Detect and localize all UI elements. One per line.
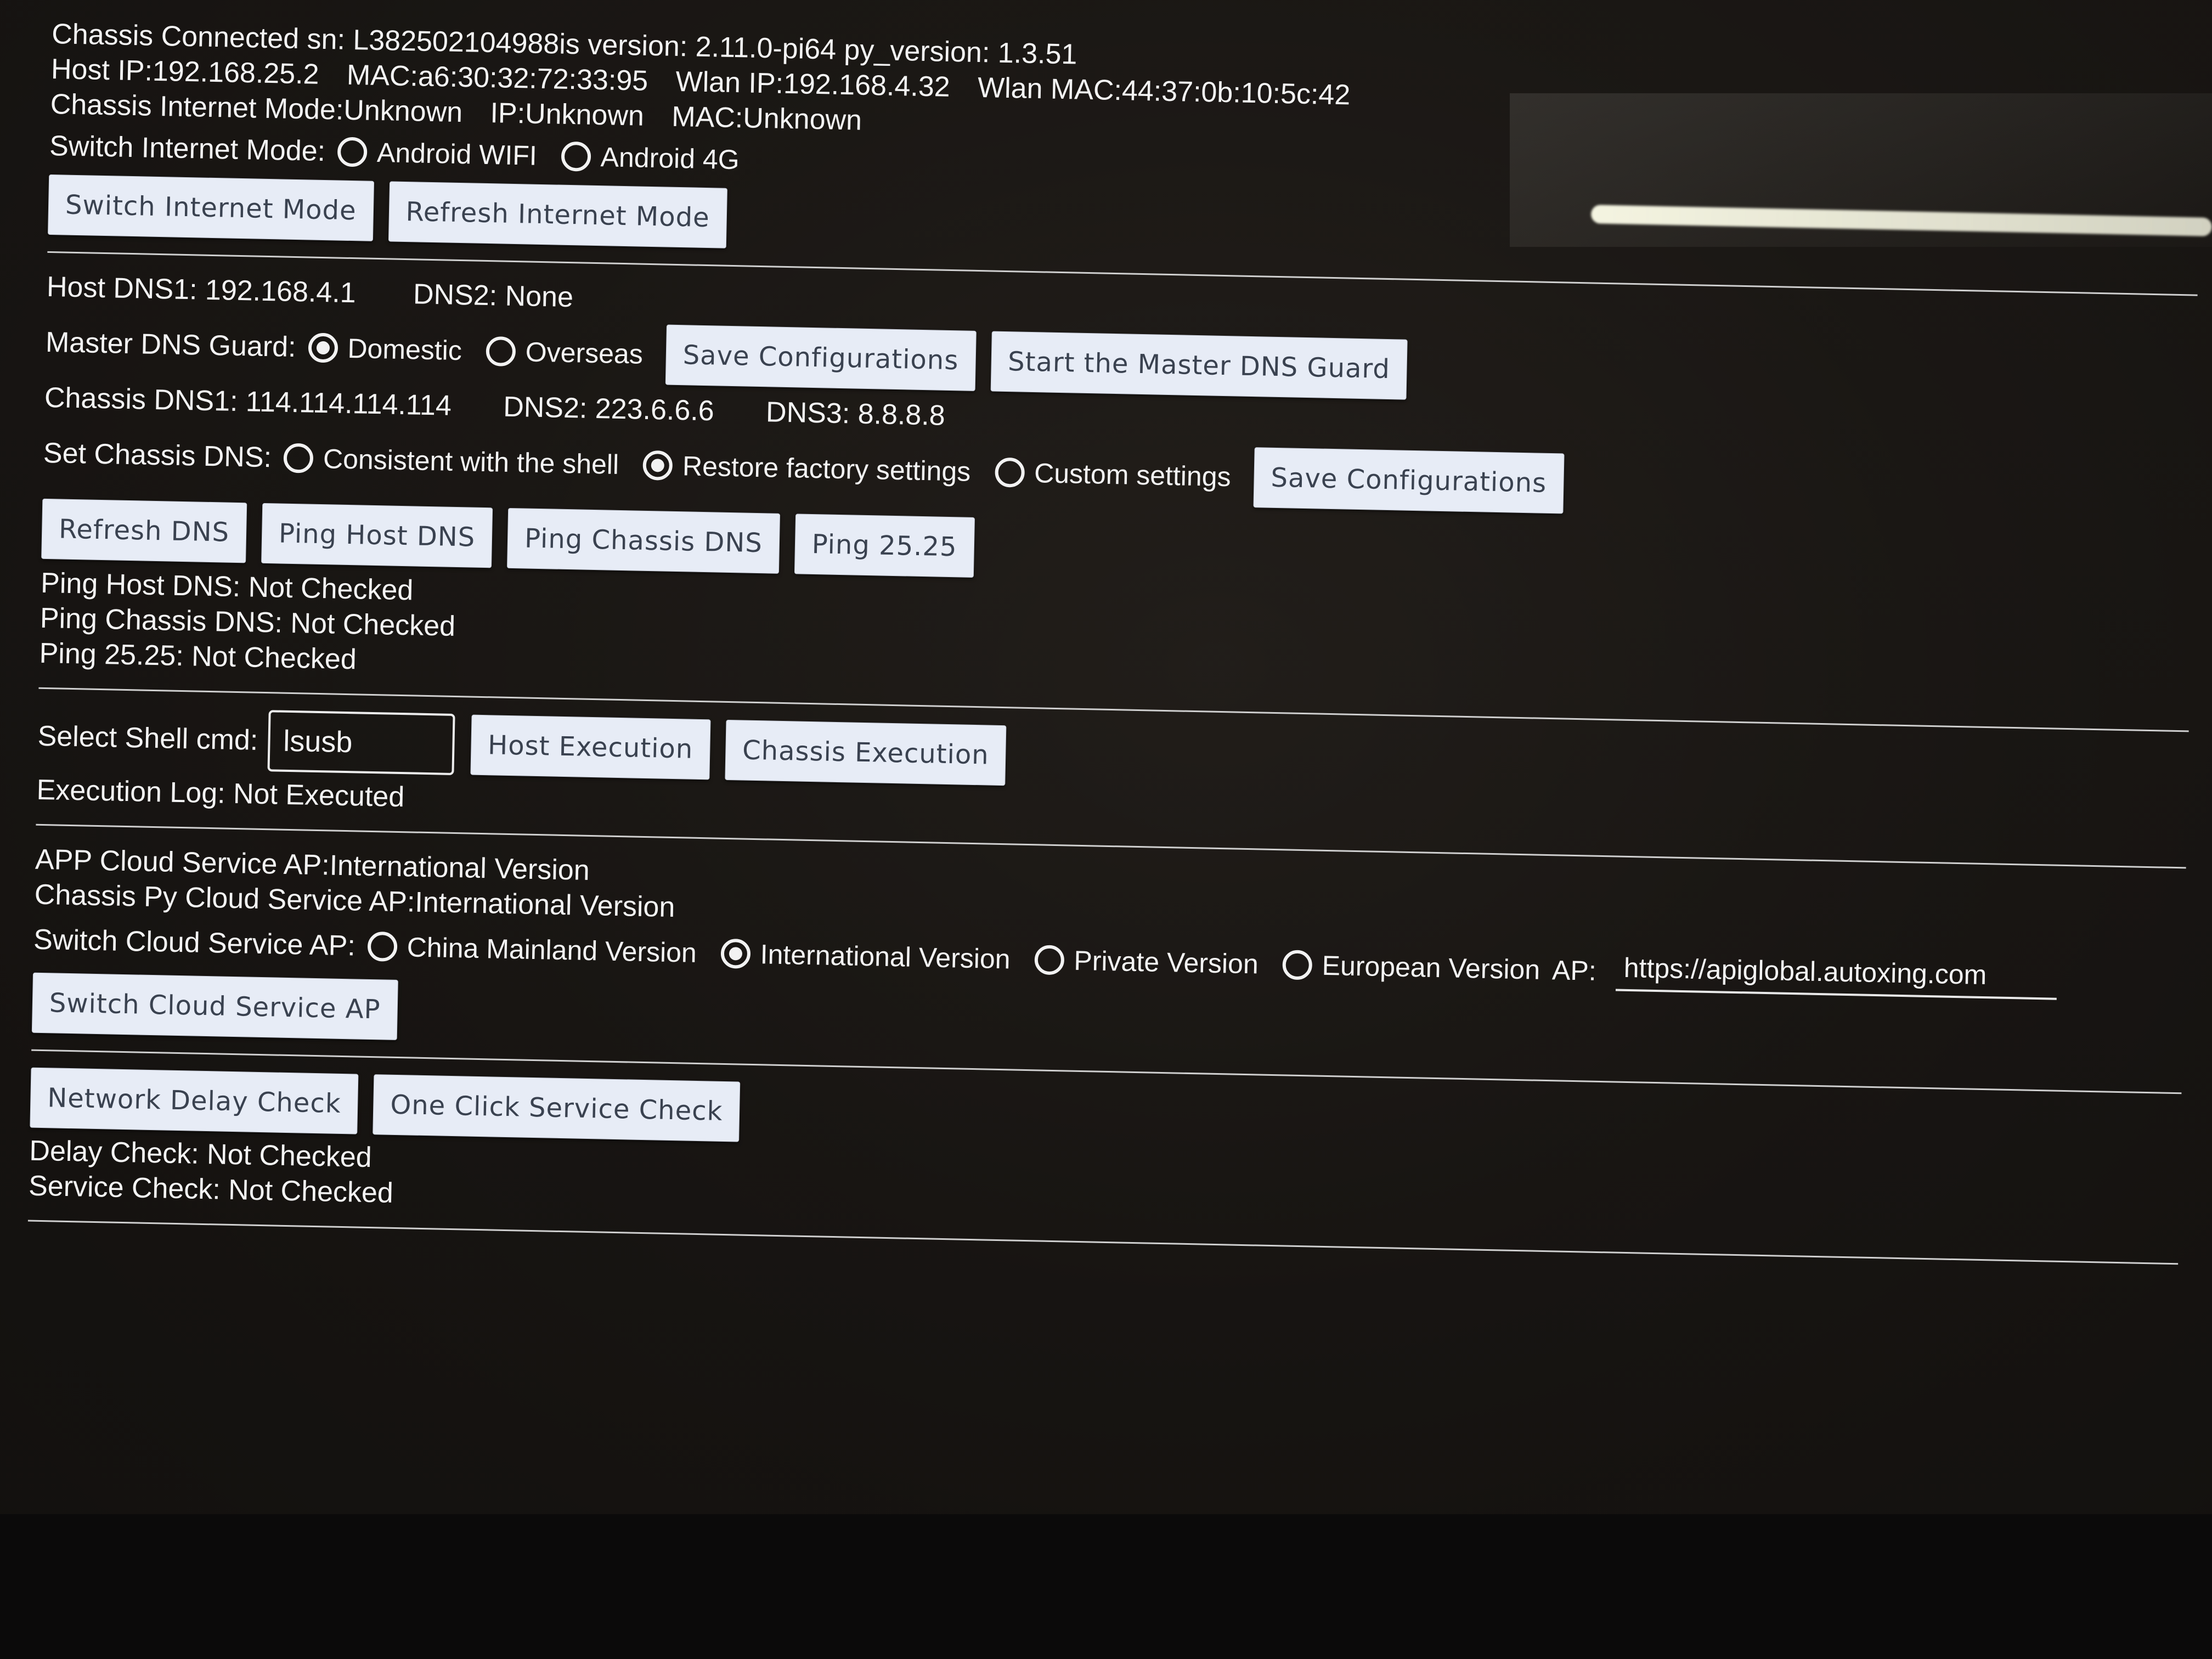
network-settings-panel: Chassis Connected sn: L382502104988is ve…	[27, 16, 2211, 1282]
android-wifi-label: Android WIFI	[376, 137, 538, 171]
custom-settings-radio[interactable]	[994, 457, 1025, 488]
save-configurations-button-2[interactable]: Save Configurations	[1253, 447, 1565, 514]
ping-host-dns-button[interactable]: Ping Host DNS	[261, 503, 493, 568]
european-label: European Version	[1322, 950, 1541, 985]
switch-internet-mode-button[interactable]: Switch Internet Mode	[48, 174, 374, 241]
chassis-ip: IP:Unknown	[489, 97, 645, 132]
refresh-dns-button[interactable]: Refresh DNS	[41, 498, 247, 563]
overseas-radio[interactable]	[486, 336, 516, 367]
chassis-dns2: DNS2: 223.6.6.6	[503, 391, 715, 427]
chassis-mac: MAC:Unknown	[671, 100, 862, 137]
host-mac: MAC:a6:30:32:72:33:95	[346, 59, 648, 97]
chassis-execution-button[interactable]: Chassis Execution	[725, 719, 1007, 786]
restore-factory-label: Restore factory settings	[682, 450, 971, 487]
shell-cmd-label: Select Shell cmd:	[37, 720, 258, 757]
china-mainland-radio[interactable]	[367, 931, 398, 962]
ping-2525-button[interactable]: Ping 25.25	[794, 514, 975, 578]
wlan-ip: Wlan IP:192.168.4.32	[675, 65, 951, 103]
host-dns2: DNS2: None	[413, 278, 574, 314]
host-ip: Host IP:192.168.25.2	[50, 53, 320, 91]
ping-chassis-dns-button[interactable]: Ping Chassis DNS	[507, 507, 780, 574]
chassis-dns3: DNS3: 8.8.8.8	[765, 396, 946, 432]
consistent-shell-radio[interactable]	[283, 443, 314, 473]
switch-cloud-ap-button[interactable]: Switch Cloud Service AP	[31, 972, 398, 1040]
network-delay-check-button[interactable]: Network Delay Check	[30, 1067, 359, 1135]
start-dns-guard-button[interactable]: Start the Master DNS Guard	[990, 331, 1408, 400]
dns-guard-label: Master DNS Guard:	[45, 326, 297, 364]
ap-url-input[interactable]: https://apiglobal.autoxing.com	[1615, 951, 2058, 1000]
overseas-label: Overseas	[525, 336, 644, 370]
android-wifi-radio[interactable]	[337, 137, 368, 167]
restore-factory-radio[interactable]	[642, 450, 673, 481]
one-click-service-check-button[interactable]: One Click Service Check	[373, 1074, 741, 1142]
refresh-internet-mode-button[interactable]: Refresh Internet Mode	[388, 181, 727, 249]
international-radio[interactable]	[720, 938, 751, 969]
shell-cmd-input[interactable]: lsusb	[267, 710, 455, 775]
private-radio[interactable]	[1034, 945, 1065, 975]
custom-settings-label: Custom settings	[1034, 458, 1232, 493]
save-configurations-button[interactable]: Save Configurations	[665, 324, 977, 391]
host-dns1: Host DNS1: 192.168.4.1	[46, 270, 357, 309]
consistent-shell-label: Consistent with the shell	[323, 443, 619, 480]
monitor-bezel	[0, 1514, 2212, 1659]
host-execution-button[interactable]: Host Execution	[470, 714, 711, 780]
international-label: International Version	[760, 939, 1011, 975]
chassis-internet-mode: Chassis Internet Mode:Unknown	[50, 88, 463, 129]
set-chassis-dns-label: Set Chassis DNS:	[43, 437, 272, 474]
private-label: Private Version	[1073, 945, 1259, 980]
domestic-radio[interactable]	[308, 332, 338, 363]
android-4g-radio[interactable]	[561, 141, 591, 172]
cloud-ap-label: Switch Cloud Service AP:	[33, 923, 356, 962]
domestic-label: Domestic	[347, 332, 462, 366]
wlan-mac: Wlan MAC:44:37:0b:10:5c:42	[977, 71, 1351, 111]
european-radio[interactable]	[1282, 950, 1313, 980]
internet-mode-label: Switch Internet Mode:	[49, 129, 326, 168]
ap-label: AP:	[1551, 955, 1597, 986]
android-4g-label: Android 4G	[600, 142, 740, 176]
chassis-dns1: Chassis DNS1: 114.114.114.114	[44, 381, 452, 422]
china-mainland-label: China Mainland Version	[407, 932, 697, 968]
